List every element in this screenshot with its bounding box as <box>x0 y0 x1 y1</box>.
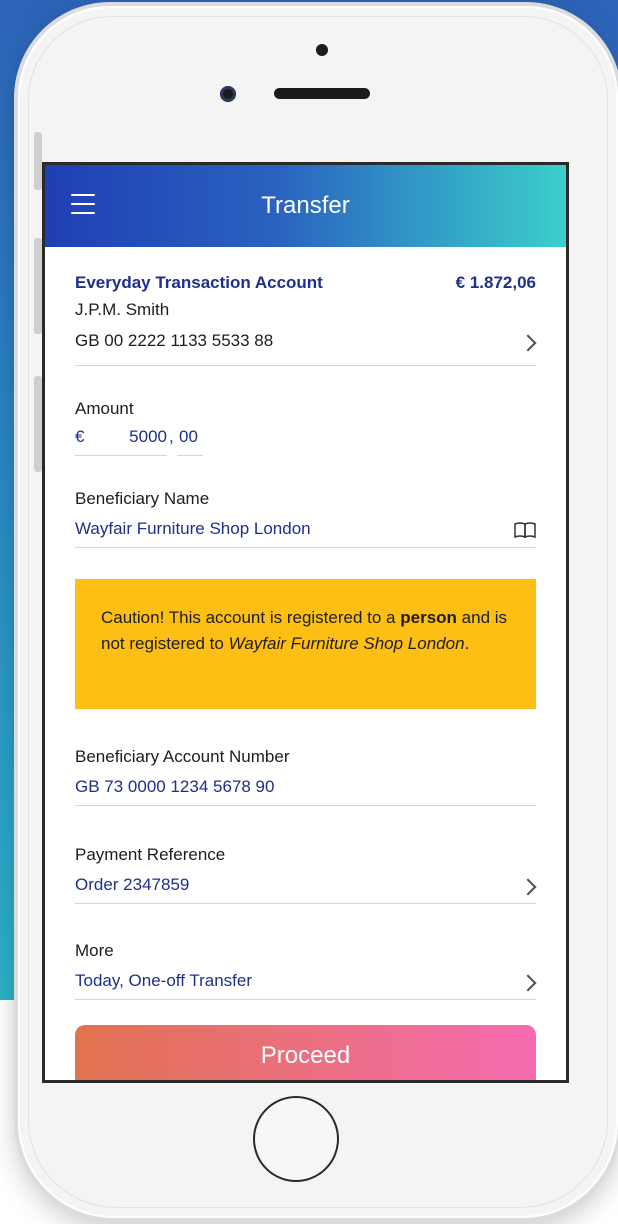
caution-emphasis: person <box>400 608 457 627</box>
source-account-selector[interactable]: Everyday Transaction Account € 1.872,06 … <box>75 273 537 359</box>
divider <box>75 365 536 366</box>
payment-reference-label: Payment Reference <box>75 845 226 864</box>
divider <box>75 547 536 548</box>
amount-section: Amount € 5000 , 00 <box>75 399 536 461</box>
proximity-sensor <box>316 44 328 56</box>
page-title: Transfer <box>261 192 350 219</box>
amount-decimal-underline <box>177 455 203 456</box>
proceed-button[interactable]: Proceed <box>75 1025 536 1080</box>
beneficiary-account-value: GB 73 0000 1234 5678 90 <box>75 777 275 796</box>
caution-suffix: . <box>464 634 470 653</box>
chevron-right-icon <box>519 334 537 352</box>
amount-integer-input[interactable]: 5000 <box>101 427 167 447</box>
volume-up-button <box>34 238 42 334</box>
payment-reference-field[interactable]: Payment Reference Order 2347859 <box>75 845 537 901</box>
address-book-icon[interactable] <box>514 522 536 540</box>
amount-input-group: € 5000 , 00 <box>75 427 215 461</box>
more-value: Today, One-off Transfer <box>75 971 253 990</box>
app-screen: Transfer Everyday Transaction Account € … <box>42 162 569 1083</box>
account-holder: J.P.M. Smith <box>75 300 170 319</box>
chevron-right-icon <box>519 878 537 896</box>
account-iban: GB 00 2222 1133 5533 88 <box>75 331 274 350</box>
beneficiary-account-field[interactable]: Beneficiary Account Number GB 73 0000 12… <box>75 747 536 803</box>
divider <box>75 903 536 904</box>
beneficiary-name-label: Beneficiary Name <box>75 489 210 508</box>
account-balance: € 1.872,06 <box>455 273 536 292</box>
beneficiary-name-value: Wayfair Furniture Shop London <box>75 519 311 538</box>
caution-prefix: Caution! This account is registered to a <box>101 608 396 627</box>
hamburger-menu-icon[interactable] <box>71 194 95 214</box>
caution-banner: Caution! This account is registered to a… <box>75 579 536 709</box>
volume-down-button <box>34 376 42 472</box>
payment-reference-value: Order 2347859 <box>75 875 190 894</box>
caution-beneficiary-name: Wayfair Furniture Shop London <box>228 634 465 653</box>
amount-integer-underline <box>75 455 167 456</box>
more-label: More <box>75 941 114 960</box>
chevron-right-icon <box>519 974 537 992</box>
mute-switch <box>34 132 42 190</box>
front-camera <box>220 86 236 102</box>
divider <box>75 805 536 806</box>
earpiece-speaker <box>274 88 370 99</box>
amount-label: Amount <box>75 399 134 418</box>
currency-symbol: € <box>75 427 85 446</box>
home-button[interactable] <box>253 1096 339 1182</box>
app-header: Transfer <box>45 165 566 247</box>
decimal-separator: , <box>169 427 174 446</box>
divider <box>75 999 536 1000</box>
more-options-field[interactable]: More Today, One-off Transfer <box>75 941 537 997</box>
account-name: Everyday Transaction Account <box>75 273 323 292</box>
beneficiary-account-label: Beneficiary Account Number <box>75 747 290 766</box>
amount-decimal-input[interactable]: 00 <box>179 427 201 447</box>
beneficiary-name-field[interactable]: Beneficiary Name Wayfair Furniture Shop … <box>75 489 536 545</box>
